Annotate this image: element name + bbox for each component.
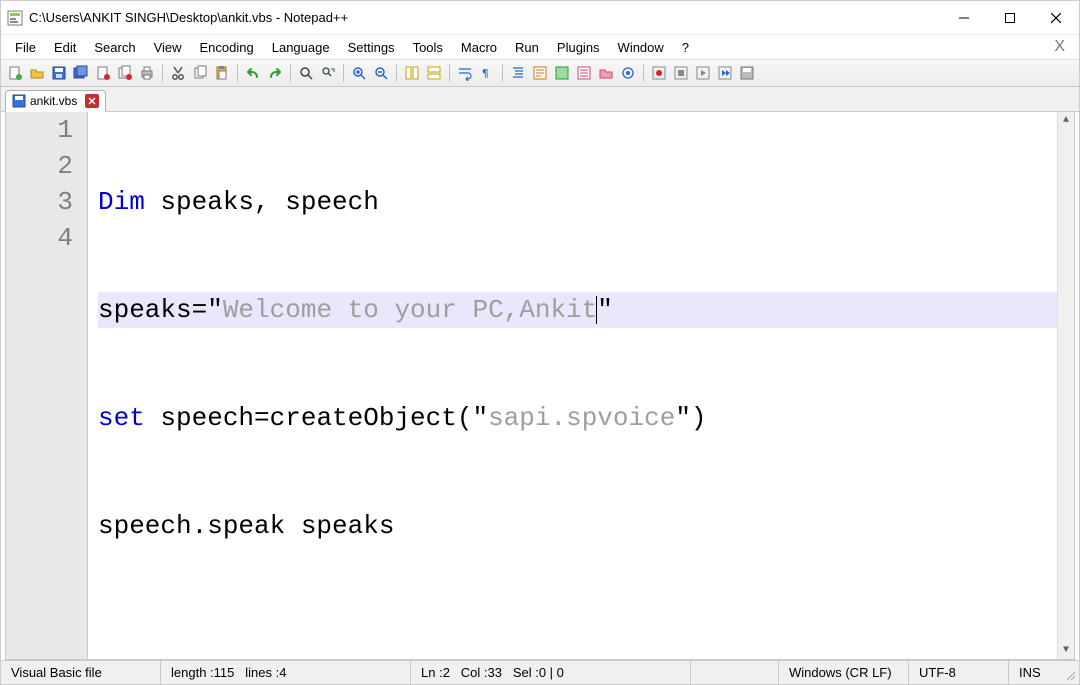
menu-window[interactable]: Window [610,38,672,57]
menu-plugins[interactable]: Plugins [549,38,608,57]
status-eol[interactable]: Windows (CR LF) [779,661,909,684]
close-button[interactable] [1033,3,1079,33]
vertical-scrollbar[interactable]: ▲ ▼ [1057,112,1074,659]
status-language: Visual Basic file [1,661,161,684]
scroll-down-button[interactable]: ▼ [1058,642,1074,659]
menu-edit[interactable]: Edit [46,38,84,57]
code-line: Dim speaks, speech [98,184,1074,220]
new-file-button[interactable] [5,63,25,83]
cut-button[interactable] [168,63,188,83]
save-all-button[interactable] [71,63,91,83]
save-tab-icon [12,94,26,108]
code-content[interactable]: Dim speaks, speech speaks="Welcome to yo… [88,112,1074,659]
undo-button[interactable] [243,63,263,83]
save-button[interactable] [49,63,69,83]
scroll-track[interactable] [1058,129,1074,642]
doc-map-button[interactable] [552,63,572,83]
menu-encoding[interactable]: Encoding [192,38,262,57]
toolbar-separator [449,64,450,82]
udl-button[interactable] [530,63,550,83]
code-line-current: speaks="Welcome to your PC,Ankit" [98,292,1074,328]
sync-hscroll-button[interactable] [424,63,444,83]
menu-language[interactable]: Language [264,38,338,57]
zoom-out-button[interactable] [371,63,391,83]
save-macro-button[interactable] [737,63,757,83]
toolbar-separator [643,64,644,82]
menu-help[interactable]: ? [674,38,697,57]
copy-button[interactable] [190,63,210,83]
print-button[interactable] [137,63,157,83]
toolbar-separator [502,64,503,82]
menu-view[interactable]: View [146,38,190,57]
title-bar: C:\Users\ANKIT SINGH\Desktop\ankit.vbs -… [1,1,1079,35]
menu-file[interactable]: File [7,38,44,57]
menu-settings[interactable]: Settings [340,38,403,57]
status-ins[interactable]: INS [1009,661,1059,684]
line-number: 4 [6,220,73,256]
toolbar-separator [343,64,344,82]
menu-bar: File Edit Search View Encoding Language … [1,35,1079,59]
line-number: 2 [6,148,73,184]
folder-workspace-button[interactable] [618,63,638,83]
find-button[interactable] [296,63,316,83]
line-number: 3 [6,184,73,220]
status-encoding[interactable]: UTF-8 [909,661,1009,684]
menubar-close-icon[interactable]: X [1040,38,1079,56]
tab-strip: ankit.vbs [1,87,1079,112]
code-line: set speech=createObject("sapi.spvoice") [98,400,1074,436]
app-icon [7,10,23,26]
redo-button[interactable] [265,63,285,83]
close-file-button[interactable] [93,63,113,83]
tab-file[interactable]: ankit.vbs [5,90,106,112]
toolbar-separator [162,64,163,82]
code-editor[interactable]: 1 2 3 4 Dim speaks, speech speaks="Welco… [5,112,1075,660]
replace-button[interactable] [318,63,338,83]
svg-text:¶: ¶ [482,67,489,80]
play-multi-button[interactable] [715,63,735,83]
line-number: 1 [6,112,73,148]
play-macro-button[interactable] [693,63,713,83]
status-bar: Visual Basic file length : 115 lines : 4… [1,660,1079,684]
status-length-lines: length : 115 lines : 4 [161,661,411,684]
sync-vscroll-button[interactable] [402,63,422,83]
window-title: C:\Users\ANKIT SINGH\Desktop\ankit.vbs -… [29,10,348,25]
stop-macro-button[interactable] [671,63,691,83]
tab-filename: ankit.vbs [30,94,77,108]
menu-search[interactable]: Search [86,38,143,57]
toolbar-separator [237,64,238,82]
toolbar: ¶ [1,59,1079,87]
tab-close-button[interactable] [85,94,99,108]
scroll-up-button[interactable]: ▲ [1058,112,1074,129]
toolbar-separator [396,64,397,82]
function-list-button[interactable] [596,63,616,83]
word-wrap-button[interactable] [455,63,475,83]
status-cursor: Ln : 2 Col : 33 Sel : 0 | 0 [411,661,691,684]
toolbar-separator [290,64,291,82]
code-line: speech.speak speaks [98,508,1074,544]
maximize-button[interactable] [987,3,1033,33]
paste-button[interactable] [212,63,232,83]
record-macro-button[interactable] [649,63,669,83]
menu-run[interactable]: Run [507,38,547,57]
indent-guide-button[interactable] [508,63,528,83]
minimize-button[interactable] [941,3,987,33]
doc-list-button[interactable] [574,63,594,83]
editor-area: 1 2 3 4 Dim speaks, speech speaks="Welco… [1,112,1079,660]
close-all-button[interactable] [115,63,135,83]
menu-tools[interactable]: Tools [405,38,451,57]
menu-macro[interactable]: Macro [453,38,505,57]
zoom-in-button[interactable] [349,63,369,83]
line-number-gutter: 1 2 3 4 [6,112,88,659]
show-all-chars-button[interactable]: ¶ [477,63,497,83]
open-file-button[interactable] [27,63,47,83]
